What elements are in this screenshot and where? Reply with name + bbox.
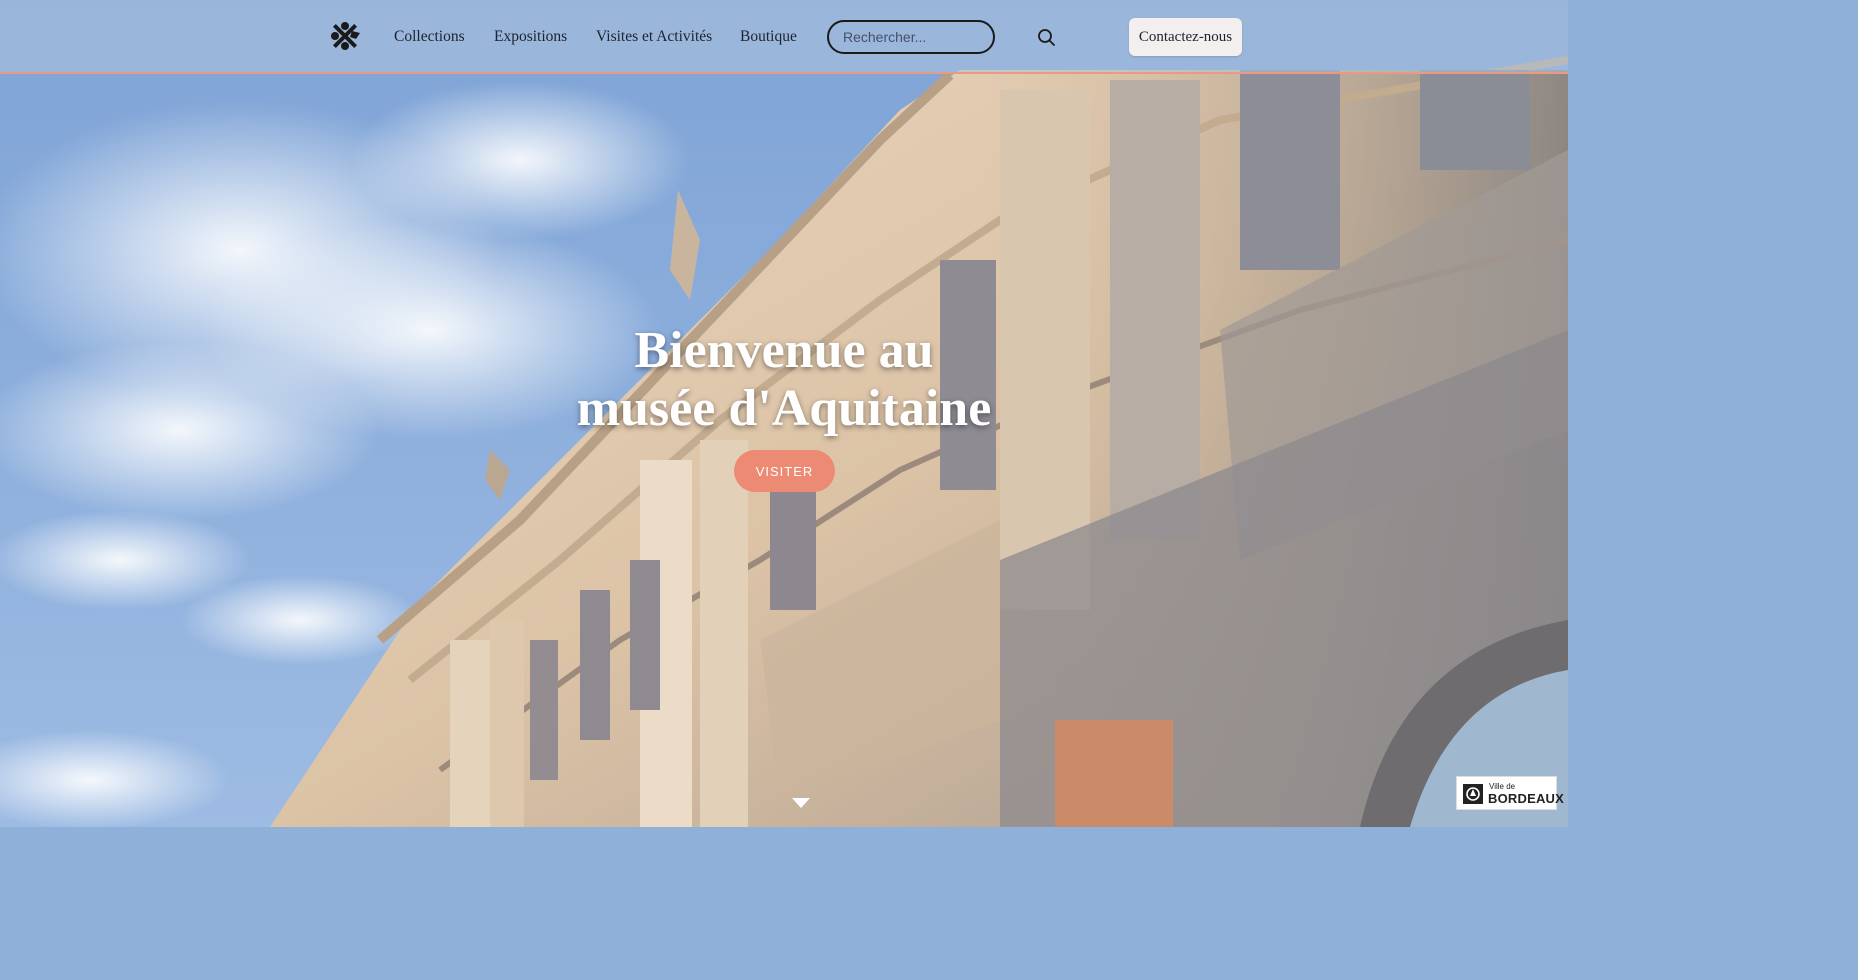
scroll-down-button[interactable] [792, 795, 810, 808]
cross-emblem-icon [331, 22, 360, 50]
contact-button[interactable]: Contactez-nous [1129, 18, 1242, 56]
search-button[interactable] [1034, 25, 1058, 49]
ville-de-bordeaux-badge[interactable]: Ville de BORDEAUX [1456, 776, 1564, 810]
museum-logo-icon[interactable] [328, 19, 362, 53]
nav-collections[interactable]: Collections [394, 28, 465, 46]
triangle-down-icon [792, 798, 810, 808]
badge-big-text: BORDEAUX [1488, 791, 1564, 806]
nav-expositions[interactable]: Expositions [494, 28, 567, 46]
search-icon [1038, 29, 1055, 46]
bordeaux-city-icon [1463, 784, 1483, 804]
badge-small-text: Ville de [1489, 782, 1516, 791]
visit-button[interactable]: VISITER [734, 450, 835, 492]
site-header: Collections Expositions Visites et Activ… [0, 0, 1568, 74]
nav-visites-activites[interactable]: Visites et Activités [596, 28, 712, 46]
nav-boutique[interactable]: Boutique [740, 28, 797, 46]
hero-title-line2: musée d'Aquitaine [576, 380, 992, 437]
hero-title: Bienvenue au musée d'Aquitaine [484, 322, 1084, 438]
search-input[interactable] [827, 20, 995, 54]
hero-title-line1: Bienvenue au [634, 322, 934, 379]
